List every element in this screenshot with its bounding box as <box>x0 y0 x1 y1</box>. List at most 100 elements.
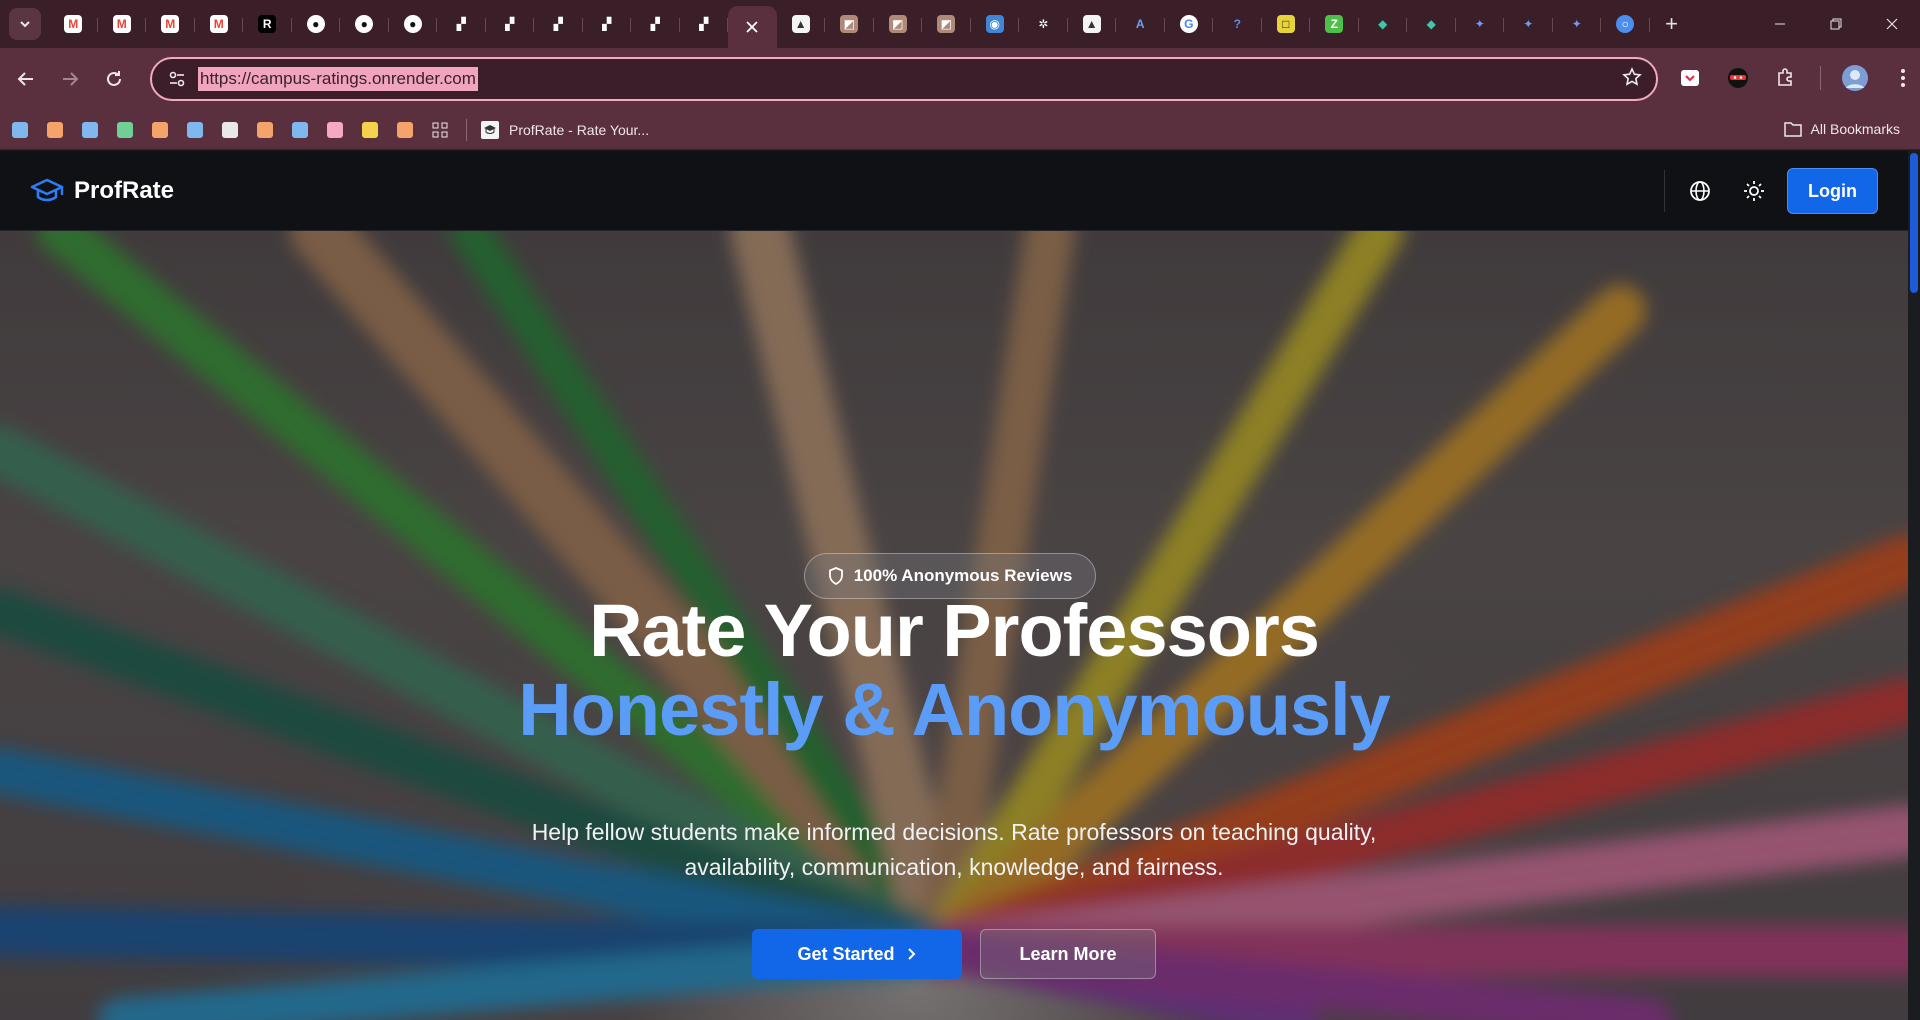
browser-tab[interactable]: ✦ <box>1553 5 1602 43</box>
tab-search-button[interactable] <box>9 8 41 40</box>
browser-tab[interactable]: ▞ <box>437 5 486 43</box>
reload-button[interactable] <box>96 61 132 97</box>
bookmark-star-icon[interactable] <box>1622 67 1642 93</box>
browser-tab[interactable]: ▞ <box>631 5 680 43</box>
browser-tab[interactable]: ▞ <box>583 5 632 43</box>
browser-tab[interactable]: M <box>98 5 147 43</box>
back-button[interactable] <box>8 61 44 97</box>
get-started-button[interactable]: Get Started <box>752 929 962 979</box>
new-tab-button[interactable]: + <box>1656 8 1688 40</box>
browser-tab[interactable]: ▲ <box>777 5 826 43</box>
more-vertical-icon <box>1901 69 1905 87</box>
url-text[interactable]: https://campus-ratings.onrender.com <box>198 67 478 91</box>
bookmark-favicon-icon[interactable] <box>292 121 308 138</box>
browser-tab[interactable]: ◆ <box>1407 5 1456 43</box>
theme-toggle-button[interactable] <box>1733 170 1775 212</box>
bookmark-favicon-icon[interactable] <box>397 121 413 138</box>
browser-toolbar: https://campus-ratings.onrender.com <box>0 48 1920 110</box>
bookmark-label: ProfRate - Rate Your... <box>509 121 650 138</box>
minimize-icon <box>1775 23 1785 25</box>
login-button[interactable]: Login <box>1787 168 1878 214</box>
browser-tab[interactable]: ◉ <box>971 5 1020 43</box>
site-info-icon[interactable] <box>164 66 190 92</box>
yellow-box-icon: □ <box>1276 15 1295 33</box>
browser-tab[interactable]: ● <box>389 5 438 43</box>
browser-tab[interactable]: Z <box>1310 5 1359 43</box>
brand-link[interactable]: ProfRate <box>30 177 174 205</box>
bookmark-favicon-icon[interactable] <box>82 121 98 138</box>
header-divider <box>1664 170 1666 212</box>
bookmark-profrate[interactable]: ProfRate - Rate Your... <box>481 120 650 139</box>
browser-tab[interactable]: ● <box>340 5 389 43</box>
browser-tab[interactable]: ◩ <box>922 5 971 43</box>
language-button[interactable] <box>1679 170 1721 212</box>
browser-tab[interactable]: ✦ <box>1456 5 1505 43</box>
bookmark-favicon-icon[interactable] <box>362 121 378 138</box>
browser-tab[interactable]: ◩ <box>874 5 923 43</box>
tab-active[interactable] <box>728 6 777 48</box>
browser-tab[interactable]: ▲ <box>1068 5 1117 43</box>
browser-tab[interactable]: ◆ <box>1359 5 1408 43</box>
browser-tab[interactable]: ✦ <box>1504 5 1553 43</box>
apps-grid-icon[interactable] <box>432 122 448 138</box>
header-actions: Login <box>1664 168 1878 214</box>
browser-tab[interactable]: ◩ <box>825 5 874 43</box>
all-bookmarks-label: All Bookmarks <box>1810 121 1900 137</box>
bookmark-favicon-icon[interactable] <box>152 121 168 138</box>
browser-tab[interactable]: ✲ <box>1019 5 1068 43</box>
extensions-puzzle-icon[interactable] <box>1768 60 1804 96</box>
ninja-extension-icon[interactable] <box>1720 60 1756 96</box>
graduation-cap-icon <box>30 178 64 201</box>
bookmark-favicon-icon[interactable] <box>327 121 343 138</box>
gemini-icon: ✦ <box>1474 17 1485 31</box>
window-controls <box>1752 0 1920 48</box>
browser-tab[interactable]: ▞ <box>534 5 583 43</box>
github-icon: ● <box>306 15 325 33</box>
browser-tab[interactable]: ● <box>292 5 341 43</box>
close-window-button[interactable] <box>1864 0 1920 48</box>
photo-favicon: ◩ <box>937 15 956 33</box>
openai-icon: ✲ <box>1038 17 1049 31</box>
close-icon <box>1886 18 1898 30</box>
browser-tab[interactable]: □ <box>1262 5 1311 43</box>
tag-icon: ◆ <box>1426 17 1436 31</box>
bookmark-separator <box>466 118 467 141</box>
close-icon[interactable] <box>746 21 758 33</box>
browser-menu-button[interactable] <box>1885 60 1920 96</box>
bookmark-favicon-icon[interactable] <box>117 121 133 138</box>
browser-tab[interactable]: M <box>195 5 244 43</box>
bookmark-favicon-icon[interactable] <box>187 121 203 138</box>
zigzag-icon: ▞ <box>699 17 709 31</box>
bookmark-favicon-icon[interactable] <box>257 121 273 138</box>
browser-tab[interactable]: ○ <box>1601 5 1650 43</box>
bookmark-favicon-icon[interactable] <box>47 121 63 138</box>
browser-tab[interactable]: ▞ <box>486 5 535 43</box>
minimize-button[interactable] <box>1752 0 1808 48</box>
browser-tab[interactable]: R <box>243 5 292 43</box>
browser-tab[interactable]: G <box>1165 5 1214 43</box>
shield-icon <box>828 567 843 585</box>
browser-tab[interactable]: A <box>1116 5 1165 43</box>
gmail-icon: M <box>161 15 180 33</box>
folder-icon <box>1783 122 1802 137</box>
webpage: ProfRate Login 100% Anonymous Reviews Ra… <box>0 151 1908 1020</box>
arrow-right-icon <box>63 72 79 86</box>
gemini-icon: ✦ <box>1523 17 1534 31</box>
scrollbar-thumb[interactable] <box>1910 153 1918 293</box>
browser-tab[interactable]: M <box>49 5 98 43</box>
restore-button[interactable] <box>1808 0 1864 48</box>
bookmark-favicon-icon[interactable] <box>12 121 28 138</box>
bookmark-favicon-icon[interactable] <box>222 121 238 138</box>
pocket-icon[interactable] <box>1672 60 1708 96</box>
chevron-down-icon <box>20 21 30 28</box>
gmail-icon: M <box>64 15 83 33</box>
github-icon: ● <box>355 15 374 33</box>
address-bar[interactable]: https://campus-ratings.onrender.com <box>150 57 1658 101</box>
browser-tab[interactable]: M <box>146 5 195 43</box>
profile-avatar[interactable] <box>1837 60 1873 96</box>
all-bookmarks-button[interactable]: All Bookmarks <box>1783 120 1900 138</box>
browser-tab[interactable]: ? <box>1213 5 1262 43</box>
learn-more-button[interactable]: Learn More <box>980 929 1156 979</box>
browser-tab[interactable]: ▞ <box>680 5 729 43</box>
forward-button[interactable] <box>52 61 88 97</box>
